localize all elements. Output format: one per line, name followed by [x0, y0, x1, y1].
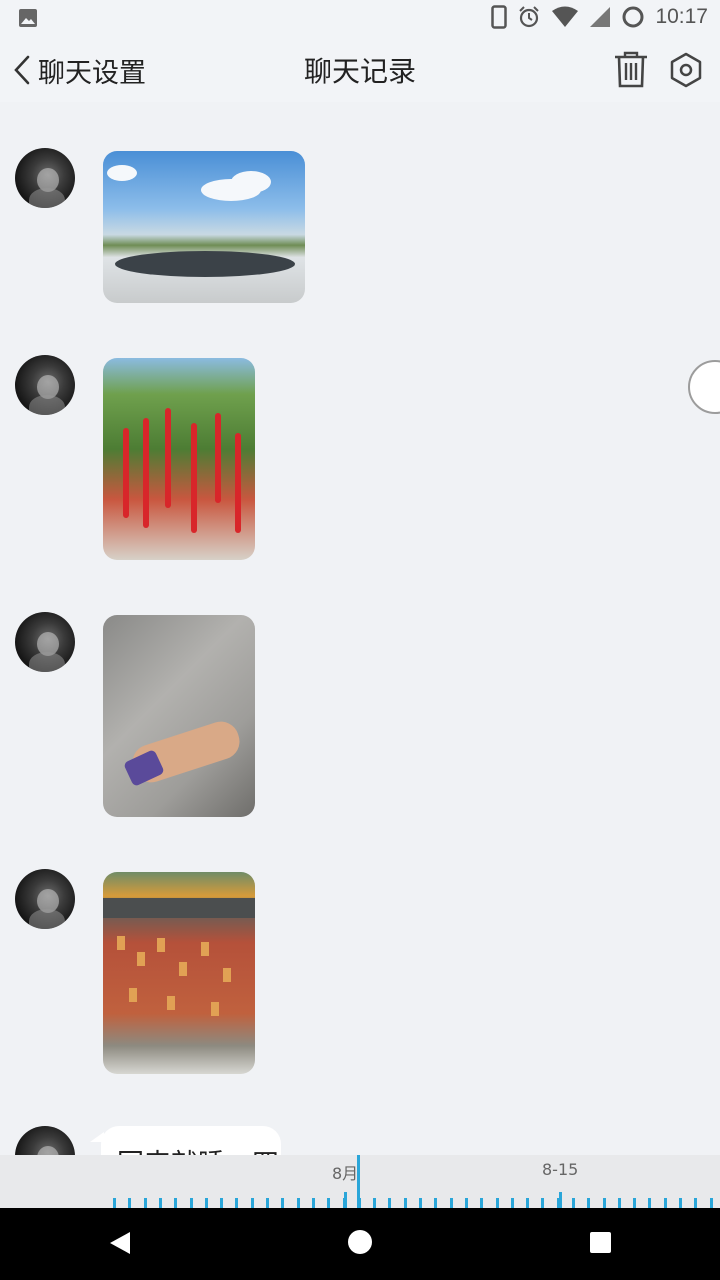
avatar[interactable] [15, 355, 75, 415]
ribbon-shape [143, 418, 149, 528]
tag-shape [201, 942, 209, 956]
ribbon-shape [165, 408, 171, 508]
floating-assistant-button[interactable] [688, 360, 720, 414]
timeline-tick [174, 1198, 177, 1208]
timeline-tick [373, 1198, 376, 1208]
timeline-tick [710, 1198, 713, 1208]
sync-circle-icon [622, 6, 644, 28]
timeline-tick [664, 1198, 667, 1208]
timeline-tick [144, 1198, 147, 1208]
timeline-tick [128, 1198, 131, 1208]
tag-shape [179, 962, 187, 976]
roof-shape [103, 898, 255, 918]
timeline-tick [450, 1198, 453, 1208]
avatar[interactable] [15, 869, 75, 929]
signal-icon [590, 7, 611, 27]
trash-icon [615, 51, 647, 88]
photo-ribbon-tree[interactable] [103, 358, 255, 560]
timeline-tick [281, 1198, 284, 1208]
cloud-shape [231, 171, 271, 193]
phone-icon [491, 5, 508, 29]
trash-button[interactable] [612, 50, 650, 92]
avatar[interactable] [15, 612, 75, 672]
timeline-tick [603, 1198, 606, 1208]
tag-shape [167, 996, 175, 1010]
timeline-tick [496, 1198, 499, 1208]
timeline-tick [618, 1198, 621, 1208]
timeline-tick [404, 1198, 407, 1208]
status-time: 10:17 [655, 5, 708, 28]
tag-shape [211, 1002, 219, 1016]
image-icon [18, 8, 38, 32]
alarm-icon [519, 6, 540, 28]
tag-shape [137, 952, 145, 966]
timeline-tick [419, 1198, 422, 1208]
tag-shape [157, 938, 165, 952]
timeline-label-date: 8-15 [542, 1160, 579, 1179]
nav-recents-icon[interactable] [590, 1232, 611, 1253]
status-bar: 10:17 [0, 0, 720, 36]
timeline-tick [190, 1198, 193, 1208]
avatar[interactable] [15, 148, 75, 208]
nav-home-icon[interactable] [348, 1230, 372, 1254]
nav-back-icon[interactable] [108, 1230, 132, 1256]
photo-wish-tags[interactable] [103, 872, 255, 1074]
timeline-tick [297, 1198, 300, 1208]
timeline-tick [587, 1198, 590, 1208]
timeline-tick [235, 1198, 238, 1208]
timeline-tick [648, 1198, 651, 1208]
ribbon-shape [191, 423, 197, 533]
tag-shape [117, 936, 125, 950]
timeline-tick [251, 1198, 254, 1208]
ribbon-shape [215, 413, 221, 503]
status-icons: 10:17 [491, 5, 708, 29]
timeline-tick [113, 1198, 116, 1208]
timeline-tick [465, 1198, 468, 1208]
timeline-major-tick [344, 1192, 347, 1208]
settings-button[interactable] [668, 52, 704, 92]
settings-icon [670, 52, 702, 88]
timeline-tick [327, 1198, 330, 1208]
timeline-cursor[interactable] [357, 1155, 360, 1208]
header: 聊天设置 聊天记录 [0, 36, 720, 102]
timeline-tick [266, 1198, 269, 1208]
photo-wristband[interactable] [103, 615, 255, 817]
timeline-scrubber[interactable]: 8月 8-15 [0, 1155, 720, 1208]
timeline-label-month: 8月 [332, 1164, 359, 1183]
timeline-tick [159, 1198, 162, 1208]
timeline-ticks [0, 1192, 720, 1208]
tag-shape [223, 968, 231, 982]
timeline-tick [511, 1198, 514, 1208]
timeline-tick [633, 1198, 636, 1208]
timeline-tick [434, 1198, 437, 1208]
timeline-tick [541, 1198, 544, 1208]
wifi-icon [552, 6, 579, 27]
tag-shape [129, 988, 137, 1002]
fountain-shape [115, 251, 295, 277]
timeline-tick [220, 1198, 223, 1208]
screen: 10:17 聊天设置 聊天记录 8月 8-15 [0, 0, 720, 1280]
timeline-tick [572, 1198, 575, 1208]
timeline-tick [388, 1198, 391, 1208]
navigation-bar [0, 1208, 720, 1280]
timeline-tick [694, 1198, 697, 1208]
timeline-tick [312, 1198, 315, 1208]
timeline-tick [480, 1198, 483, 1208]
ribbon-shape [123, 428, 129, 518]
timeline-tick [679, 1198, 682, 1208]
timeline-major-tick [559, 1192, 562, 1208]
ribbon-shape [235, 433, 241, 533]
photo-fountain[interactable] [103, 151, 305, 303]
timeline-tick [526, 1198, 529, 1208]
cloud-shape [107, 165, 137, 181]
timeline-tick [205, 1198, 208, 1208]
